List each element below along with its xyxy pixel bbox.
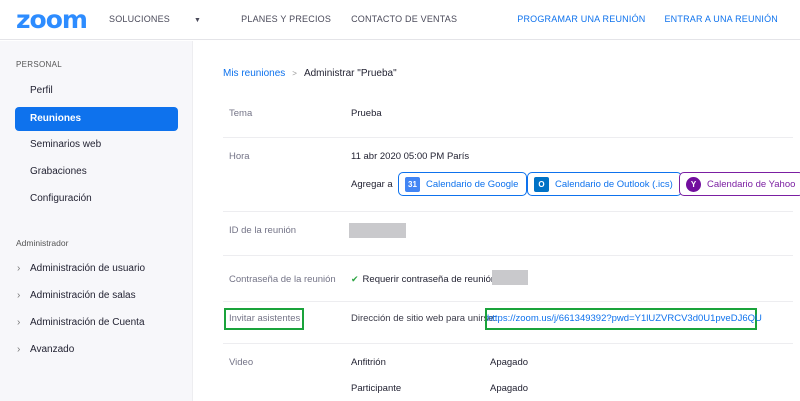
sidebar-item-grabaciones[interactable]: Grabaciones (30, 166, 87, 177)
password-requirement: ✔ Requerir contraseña de reunión (351, 274, 496, 285)
outlook-calendar-icon: O (534, 176, 549, 192)
google-calendar-label: Calendario de Google (426, 178, 519, 190)
time-label: Hora (229, 151, 250, 162)
nav-soluciones[interactable]: SOLUCIONES ▼ (109, 14, 221, 24)
join-meeting-link[interactable]: ENTRAR A UNA REUNIÓN (664, 14, 778, 24)
host-video-value: Apagado (490, 357, 529, 368)
invite-url-label: Dirección de sitio web para unirse: (351, 313, 497, 324)
sidebar-header-personal: PERSONAL (16, 60, 62, 69)
topic-label: Tema (229, 108, 253, 119)
schedule-meeting-link[interactable]: PROGRAMAR UNA REUNIÓN (517, 14, 645, 24)
divider (223, 343, 793, 344)
chevron-right-icon: › (17, 263, 21, 274)
google-calendar-icon: 31 (405, 176, 420, 192)
nav-soluciones-label: SOLUCIONES (109, 14, 171, 24)
divider (223, 137, 793, 138)
zoom-logo[interactable]: zoom (16, 7, 88, 33)
outlook-calendar-button[interactable]: O Calendario de Outlook (.ics) (527, 172, 682, 196)
sidebar-item-avanzado[interactable]: Avanzado (30, 344, 74, 355)
participant-video-value: Apagado (490, 383, 529, 394)
sidebar-item-perfil[interactable]: Perfil (30, 85, 53, 96)
top-nav-left: SOLUCIONES ▼ PLANES Y PRECIOS CONTACTO DE… (109, 14, 477, 24)
password-requirement-text: Requerir contraseña de reunión (362, 274, 497, 285)
top-nav-right: PROGRAMAR UNA REUNIÓN ENTRAR A UNA REUNI… (498, 14, 778, 24)
checkmark-icon: ✔ (351, 274, 359, 284)
yahoo-calendar-label: Calendario de Yahoo (707, 178, 796, 190)
topic-value: Prueba (351, 108, 382, 119)
meeting-details: Mis reuniones > Administrar "Prueba" Tema … (194, 41, 800, 401)
chevron-right-icon: › (17, 290, 21, 301)
time-value: 11 abr 2020 05:00 PM París (351, 151, 470, 162)
sidebar-header-admin: Administrador (16, 238, 69, 248)
yahoo-calendar-button[interactable]: Y Calendario de Yahoo (679, 172, 800, 196)
yahoo-calendar-icon: Y (686, 176, 701, 192)
add-to-calendar-label: Agregar a (351, 179, 393, 190)
breadcrumb: Mis reuniones > Administrar "Prueba" (223, 68, 397, 79)
invite-url-link[interactable]: https://zoom.us/j/661349392?pwd=Y1lUZVRC… (487, 313, 762, 324)
password-label: Contraseña de la reunión (229, 274, 336, 285)
breadcrumb-link[interactable]: Mis reuniones (223, 68, 285, 79)
host-video-label: Anfitrión (351, 357, 386, 368)
sidebar-item-label: Reuniones (30, 113, 82, 124)
password-redacted (492, 270, 528, 285)
sidebar-item-seminarios[interactable]: Seminarios web (30, 139, 101, 150)
page-title: Administrar "Prueba" (303, 68, 397, 79)
chevron-right-icon: › (17, 344, 21, 355)
breadcrumb-separator: > (292, 69, 297, 78)
nav-planes[interactable]: PLANES Y PRECIOS (241, 14, 331, 24)
invite-label: Invitar asistentes (229, 313, 301, 324)
divider (223, 301, 793, 302)
sidebar-item-admin-cuenta[interactable]: Administración de Cuenta (30, 317, 145, 328)
participant-video-label: Participante (351, 383, 402, 394)
meeting-id-label: ID de la reunión (229, 225, 297, 236)
sidebar-item-admin-salas[interactable]: Administración de salas (30, 290, 136, 301)
outlook-calendar-label: Calendario de Outlook (.ics) (555, 178, 673, 190)
sidebar-item-reuniones[interactable]: Reuniones (15, 107, 178, 131)
video-label: Video (229, 357, 254, 368)
top-nav: zoom SOLUCIONES ▼ PLANES Y PRECIOS CONTAC… (0, 0, 800, 40)
divider (223, 211, 793, 212)
sidebar: PERSONAL Perfil Reuniones Seminarios web… (0, 41, 193, 401)
divider (223, 255, 793, 256)
chevron-right-icon: › (17, 317, 21, 328)
meeting-id-redacted (349, 223, 406, 238)
nav-contacto[interactable]: CONTACTO DE VENTAS (351, 14, 457, 24)
sidebar-item-admin-usuario[interactable]: Administración de usuario (30, 263, 145, 274)
sidebar-item-configuracion[interactable]: Configuración (30, 193, 92, 204)
chevron-down-icon: ▼ (194, 17, 202, 24)
google-calendar-button[interactable]: 31 Calendario de Google (398, 172, 528, 196)
